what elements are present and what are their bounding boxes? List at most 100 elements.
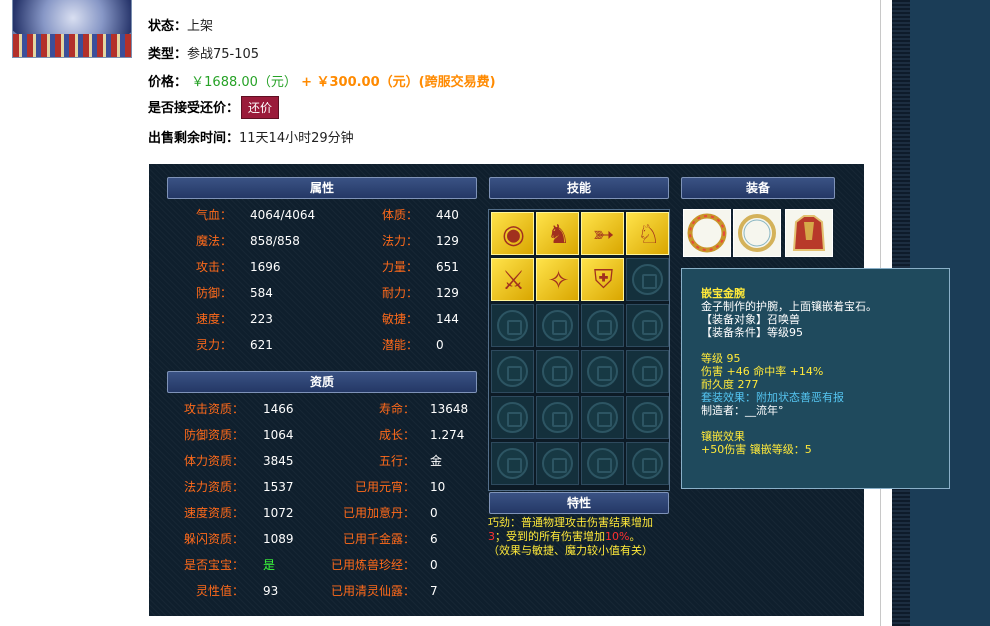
empty-skill-slot: [536, 442, 579, 485]
aptitude-value: 1466: [263, 402, 294, 416]
aptitude-label: 成长：: [378, 428, 415, 442]
empty-skill-slot: [491, 396, 534, 439]
aptitude-value: 93: [263, 584, 279, 598]
empty-skill-slot: [626, 442, 669, 485]
price-row: 价格： ￥1688.00（元） + ￥300.00（元）(跨服交易费): [148, 71, 496, 90]
empty-slot-ornament-icon: [587, 356, 618, 387]
pet-avatar: [12, 0, 132, 58]
aptitude-value: 3845: [263, 454, 294, 468]
attributes-label: 潜能：: [381, 338, 418, 352]
eye-skill-icon: ◉: [502, 219, 525, 250]
haggle-button[interactable]: 还价: [241, 96, 280, 119]
trait-description: 巧劲：普通物理攻击伤害结果增加3；受到的所有伤害增加10%。 （效果与敏捷、魔力…: [488, 516, 668, 558]
aptitude-value: 1.274: [430, 428, 465, 442]
attributes-value: 0: [436, 338, 444, 352]
aptitude-value: 6: [430, 532, 438, 546]
item-tooltip: 嵌宝金腕 金子制作的护腕，上面镶嵌着宝石。 【装备对象】召唤兽 【装备条件】等级…: [681, 268, 950, 489]
attributes-value: 440: [436, 208, 459, 222]
attributes-label: 灵力：: [195, 338, 232, 352]
aptitude-value: 0: [430, 558, 438, 572]
aptitude-value: 1537: [263, 480, 294, 494]
empty-skill-slot: [491, 304, 534, 347]
trait-text-1: 巧劲：普通物理攻击伤害结果增加: [488, 516, 653, 529]
empty-slot-ornament-icon: [587, 310, 618, 341]
trait-text-2: ；受到的所有伤害增加: [495, 530, 605, 543]
type-row: 类型：参战75-105: [148, 43, 259, 62]
empty-slot-ornament-icon: [632, 356, 663, 387]
aptitude-label: 已用加意丹：: [342, 506, 415, 520]
aptitude-label: 是否宝宝：: [183, 558, 244, 572]
time-row: 出售剩余时间：11天14小时29分钟: [148, 127, 354, 146]
equipment-slot-armor[interactable]: [785, 209, 833, 257]
empty-skill-slot: [536, 304, 579, 347]
empty-slot-ornament-icon: [542, 402, 573, 433]
aptitude-label: 五行：: [378, 454, 415, 468]
tooltip-maker: 制造者：__流年°: [701, 404, 784, 417]
aptitude-value: 7: [430, 584, 438, 598]
aptitude-value: 13648: [430, 402, 469, 416]
aptitude-header[interactable]: 资质: [167, 371, 477, 393]
aptitude-label: 体力资质：: [183, 454, 244, 468]
time-value: 11天14小时29分钟: [239, 131, 354, 146]
aptitude-value: 1064: [263, 428, 294, 442]
beast-skill-icon: ♘: [636, 219, 661, 250]
empty-slot-ornament-icon: [497, 310, 528, 341]
aptitude-label: 寿命：: [378, 402, 415, 416]
attributes-label: 速度：: [195, 312, 232, 326]
trait-taken-value: 10%: [605, 530, 630, 543]
skill-slot[interactable]: ➳: [581, 212, 624, 255]
aptitude-label: 已用千金露：: [342, 532, 415, 546]
attributes-label: 气血：: [195, 208, 232, 222]
status-value: 上架: [187, 19, 214, 34]
aptitude-label: 攻击资质：: [183, 402, 244, 416]
aptitude-label: 已用元宵：: [354, 480, 415, 494]
attributes-header[interactable]: 属性: [167, 177, 477, 199]
tooltip-requirement: 【装备条件】等级95: [701, 326, 803, 339]
attributes-value: 584: [250, 286, 273, 300]
empty-skill-slot: [626, 304, 669, 347]
skill-slot[interactable]: ⚔: [491, 258, 534, 301]
equipment-slot-bracelet[interactable]: [683, 209, 731, 257]
empty-slot-ornament-icon: [587, 402, 618, 433]
aptitude-value: 是: [263, 558, 276, 572]
tooltip-inlay-title: 镶嵌效果: [701, 430, 745, 443]
empty-skill-slot: [626, 258, 669, 301]
skill-grid: ◉ ♞ ➳ ♘ ⚔ ✧ ⛨: [488, 209, 670, 491]
swords-skill-icon: ⚔: [501, 265, 526, 296]
skills-header[interactable]: 技能: [489, 177, 669, 199]
skill-slot[interactable]: ♘: [626, 212, 669, 255]
aptitude-value: 1089: [263, 532, 294, 546]
attributes-label: 攻击：: [195, 260, 232, 274]
attributes-value: 651: [436, 260, 459, 274]
attributes-value: 223: [250, 312, 273, 326]
tooltip-desc: 金子制作的护腕，上面镶嵌着宝石。: [701, 300, 877, 313]
tooltip-level: 等级 95: [701, 352, 741, 365]
empty-skill-slot: [581, 304, 624, 347]
attributes-value: 858/858: [250, 234, 300, 248]
empty-slot-ornament-icon: [542, 356, 573, 387]
traits-header[interactable]: 特性: [489, 492, 669, 514]
equipment-header[interactable]: 装备: [681, 177, 835, 199]
skill-slot[interactable]: ✧: [536, 258, 579, 301]
empty-slot-ornament-icon: [542, 310, 573, 341]
skill-slot[interactable]: ◉: [491, 212, 534, 255]
skill-slot[interactable]: ♞: [536, 212, 579, 255]
empty-skill-slot: [581, 442, 624, 485]
empty-skill-slot: [626, 350, 669, 393]
empty-slot-ornament-icon: [587, 448, 618, 479]
trait-text-3: 。: [629, 530, 641, 543]
tooltip-stats: 伤害 +46 命中率 +14%: [701, 365, 824, 378]
price-fee: + ￥300.00（元）(跨服交易费): [301, 75, 496, 90]
attributes-value: 129: [436, 234, 459, 248]
skill-slot[interactable]: ⛨: [581, 258, 624, 301]
tooltip-inlay: +50伤害 镶嵌等级：5: [701, 443, 812, 456]
attributes-value: 1696: [250, 260, 281, 274]
empty-skill-slot: [626, 396, 669, 439]
empty-skill-slot: [536, 396, 579, 439]
empty-slot-ornament-icon: [632, 264, 663, 295]
attributes-value: 4064/4064: [250, 208, 316, 222]
time-label: 出售剩余时间：: [148, 131, 240, 146]
sword-skill-icon: ✧: [547, 265, 570, 296]
equipment-slot-necklace[interactable]: [733, 209, 781, 257]
empty-slot-ornament-icon: [497, 356, 528, 387]
